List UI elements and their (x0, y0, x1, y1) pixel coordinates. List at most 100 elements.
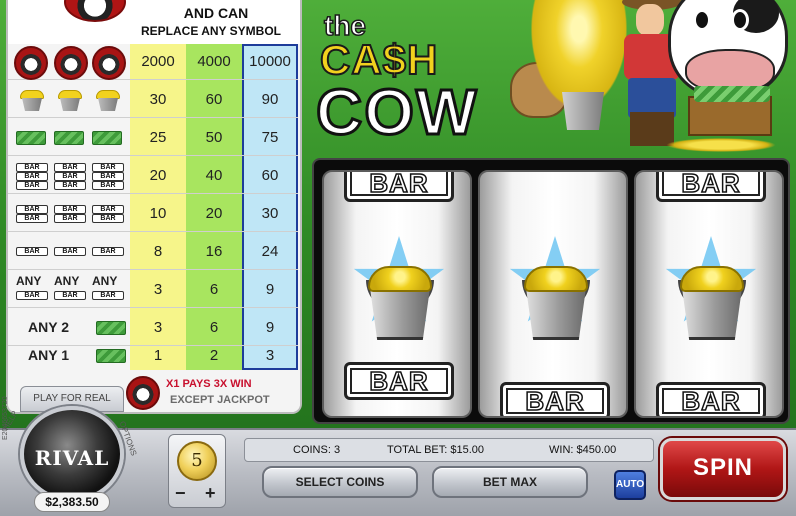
gold-bucket-icon (676, 260, 748, 342)
coin-increase-button[interactable]: + (205, 483, 216, 504)
payout-value: 75 (261, 129, 279, 146)
bar-icon: BAR (54, 214, 86, 223)
multiplier-note: X1 PAYS 3X WIN (166, 378, 252, 390)
gold-bucket-icon (364, 260, 436, 342)
jackpot-exception-note: EXCEPT JACKPOT (170, 394, 270, 406)
coins-spill-icon (666, 138, 776, 152)
bar-icon: BAR (92, 247, 124, 256)
reel-symbol-bar: BAR (656, 382, 766, 416)
bar-icon: BAR (54, 291, 86, 300)
payout-value: 30 (261, 205, 279, 222)
reel-area: BAR BAR BAR BAR BAR (312, 158, 790, 424)
bar-icon: BAR (92, 205, 124, 214)
paytable-row: 25 50 75 (8, 120, 298, 156)
bar-icon: BAR (16, 181, 48, 190)
payout-value: 60 (205, 91, 223, 108)
payout-value: 24 (261, 243, 279, 260)
serial-number: E2046653720 (2, 396, 9, 440)
bucket-icon (562, 92, 604, 130)
payout-value: 9 (265, 281, 275, 298)
paytable-row: 2000 4000 10000 (8, 44, 298, 80)
payout-value: 60 (261, 167, 279, 184)
bar-icon: BAR (54, 172, 86, 181)
cash-stack-icon (16, 131, 46, 145)
paytable-header-line1: AND CAN (183, 5, 249, 21)
reel-3: BAR BAR (634, 170, 784, 418)
payout-value: 25 (149, 129, 167, 146)
paytable-symbol: BAR BAR BAR BAR BAR BAR BAR BAR BAR (12, 158, 128, 194)
bar-icon: BAR (92, 181, 124, 190)
rival-badge: PLAY FOR REAL RIVAL HELP OPTIONS $2,383.… (0, 380, 140, 516)
cash-stack-icon (92, 131, 122, 145)
auto-play-button[interactable]: AUTO (614, 470, 646, 500)
reel-2: BAR (478, 170, 628, 418)
bet-info-bar: COINS: 3 TOTAL BET: $15.00 WIN: $450.00 (244, 438, 654, 462)
paytable-row: ANY 1 1 2 3 (8, 338, 298, 374)
total-bet-readout: TOTAL BET: $15.00 (387, 444, 485, 456)
gold-bucket-icon (56, 90, 84, 112)
coins-readout: COINS: 3 (293, 444, 341, 456)
cow-logo-icon (54, 46, 88, 80)
paytable-symbol: ANY ANY ANY BAR BAR BAR (12, 272, 128, 308)
bar-icon: BAR (16, 163, 48, 172)
win-readout: WIN: $450.00 (549, 444, 617, 456)
bar-icon: BAR (16, 291, 48, 300)
paytable-symbol (12, 120, 128, 156)
paytable-symbol: BAR BAR BAR BAR BAR BAR (12, 196, 128, 232)
cash-stack-icon (96, 349, 126, 363)
game-title-art: the CA$H COW (314, 0, 796, 160)
paytable-row: 30 60 90 (8, 82, 298, 118)
spin-button[interactable]: SPIN (660, 438, 786, 500)
cash-stack-icon (96, 321, 126, 335)
cow-head-icon (668, 0, 788, 98)
any-label: ANY (92, 274, 118, 288)
any1-label: ANY 1 (28, 347, 69, 363)
coin-decrease-button[interactable]: − (175, 483, 186, 504)
paytable-symbol: BAR BAR BAR (12, 234, 128, 270)
payout-value: 3 (153, 281, 163, 298)
gold-bucket-icon (18, 90, 46, 112)
coin-value: 5 (177, 441, 217, 481)
select-coins-button[interactable]: SELECT COINS (262, 466, 418, 498)
cash-box-icon (688, 86, 772, 136)
coin-value-selector: 5 − + (168, 434, 226, 508)
reel-symbol-bar: BAR (344, 172, 454, 202)
payout-value: 3 (153, 319, 163, 336)
gold-bucket-icon (520, 260, 592, 342)
bet-max-button[interactable]: BET MAX (432, 466, 588, 498)
bar-icon: BAR (54, 205, 86, 214)
cow-logo-icon (14, 46, 48, 80)
any2-label: ANY 2 (28, 319, 69, 335)
payout-value: 3 (265, 347, 275, 364)
bar-icon: BAR (16, 205, 48, 214)
bar-icon: BAR (92, 214, 124, 223)
payout-value: 40 (205, 167, 223, 184)
cow-logo-icon (92, 46, 126, 80)
bar-icon: BAR (92, 291, 124, 300)
bar-icon: BAR (54, 247, 86, 256)
any-label: ANY (16, 274, 42, 288)
paytable-symbol (12, 44, 128, 80)
paytable-row: BAR BAR BAR BAR BAR BAR BAR BAR BAR 20 4… (8, 158, 298, 194)
paytable-symbol (12, 82, 128, 118)
payout-value: 9 (265, 319, 275, 336)
payout-value: 6 (209, 319, 219, 336)
paytable-symbol: ANY 1 (12, 338, 128, 374)
title-word-cow: COW (314, 76, 479, 148)
bar-icon: BAR (16, 172, 48, 181)
paytable-row: BAR BAR BAR 8 16 24 (8, 234, 298, 270)
payout-value: 20 (149, 167, 167, 184)
payout-value: 1 (153, 347, 163, 364)
game-stage: AND CAN REPLACE ANY SYMBOL 2000 4000 100… (0, 0, 796, 516)
paytable-header-line2: REPLACE ANY SYMBOL (140, 24, 281, 38)
payout-value: 6 (209, 281, 219, 298)
any-label: ANY (54, 274, 80, 288)
rival-brand-text: RIVAL (34, 446, 110, 470)
balance-display: $2,383.50 (34, 492, 110, 512)
bar-icon: BAR (54, 163, 86, 172)
reel-symbol-bar: BAR (656, 172, 766, 202)
bar-icon: BAR (92, 163, 124, 172)
payout-value: 4000 (197, 53, 231, 70)
bar-icon: BAR (92, 172, 124, 181)
reel-symbol-bar: BAR (500, 382, 610, 416)
